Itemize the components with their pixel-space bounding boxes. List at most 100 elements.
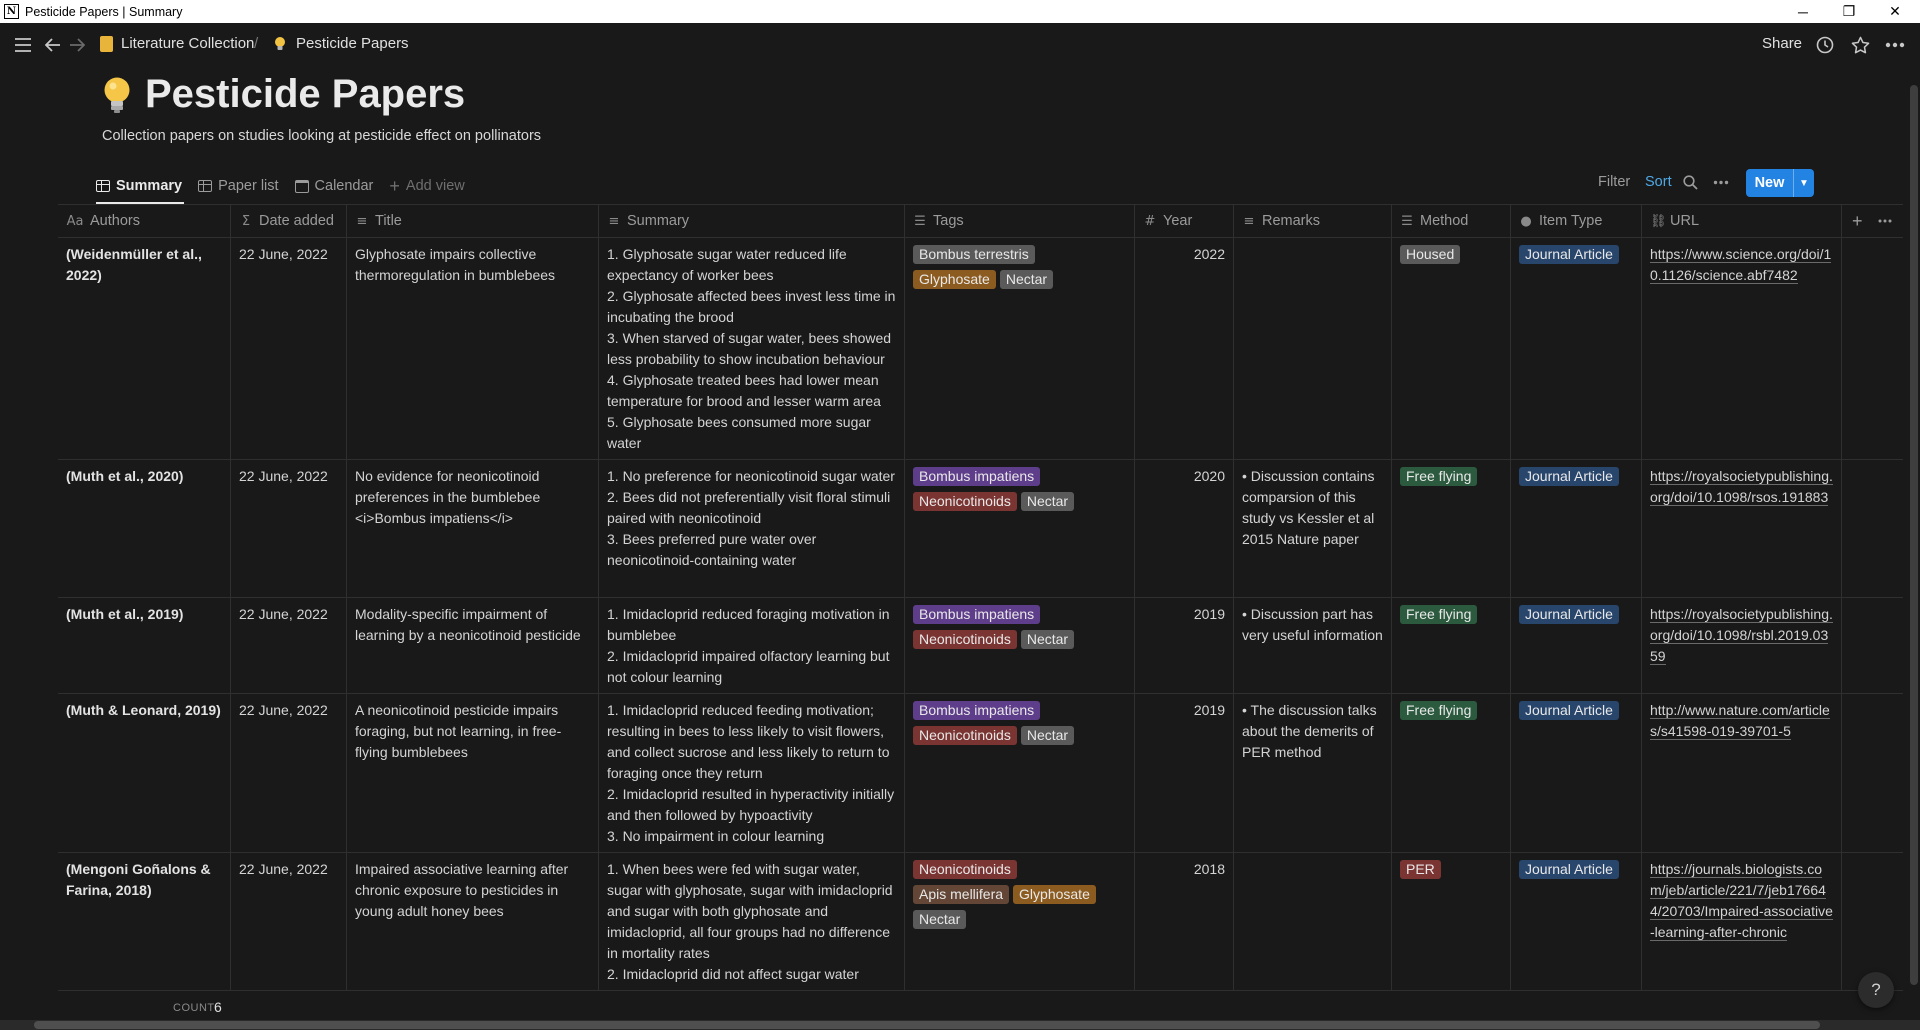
- filter-button[interactable]: Filter: [1598, 174, 1630, 190]
- cell-item-type[interactable]: Journal Article: [1511, 598, 1642, 693]
- cell-date-added[interactable]: 22 June, 2022: [231, 853, 347, 990]
- column-header-tags[interactable]: ☰ Tags: [905, 205, 1135, 237]
- table-row[interactable]: (Mengoni Goñalons & Farina, 2018) 22 Jun…: [58, 852, 1903, 990]
- page-description[interactable]: Collection papers on studies looking at …: [102, 128, 541, 144]
- tab-calendar[interactable]: Calendar: [294, 170, 373, 202]
- cell-item-type[interactable]: Journal Article: [1511, 460, 1642, 597]
- cell-title[interactable]: Impaired associative learning after chro…: [347, 853, 599, 990]
- cell-url[interactable]: https://journals.biologists.com/jeb/arti…: [1642, 853, 1842, 990]
- column-header-authors[interactable]: Aa Authors: [58, 205, 231, 237]
- cell-url[interactable]: http://www.nature.com/articles/s41598-01…: [1642, 694, 1842, 852]
- more-options-icon[interactable]: [1884, 34, 1906, 56]
- cell-date-added[interactable]: 22 June, 2022: [231, 694, 347, 852]
- tab-paper-list[interactable]: Paper list: [198, 170, 279, 202]
- cell-remarks[interactable]: [1234, 853, 1392, 990]
- column-header-title[interactable]: ≡ Title: [347, 205, 599, 237]
- cell-url[interactable]: https://www.science.org/doi/10.1126/scie…: [1642, 238, 1842, 459]
- sort-button[interactable]: Sort: [1645, 174, 1672, 190]
- cell-remarks[interactable]: • Discussion part has very useful inform…: [1234, 598, 1392, 693]
- cell-method[interactable]: PER: [1392, 853, 1511, 990]
- help-button[interactable]: ?: [1858, 972, 1894, 1008]
- back-arrow-icon[interactable]: [42, 34, 64, 56]
- cell-remarks[interactable]: • The discussion talks about the demerit…: [1234, 694, 1392, 852]
- chevron-down-icon[interactable]: ▼: [1794, 169, 1814, 197]
- horizontal-scrollbar[interactable]: [34, 1021, 1820, 1029]
- column-header-item-type[interactable]: ● Item Type: [1511, 205, 1642, 237]
- cell-item-type[interactable]: Journal Article: [1511, 853, 1642, 990]
- count-value[interactable]: 6: [214, 999, 222, 1015]
- cell-title[interactable]: No evidence for neonicotinoid preference…: [347, 460, 599, 597]
- cell-authors[interactable]: (Muth et al., 2020): [58, 460, 231, 597]
- column-header-year[interactable]: # Year: [1135, 205, 1234, 237]
- cell-remarks[interactable]: • Discussion contains comparsion of this…: [1234, 460, 1392, 597]
- column-header-method[interactable]: ☰ Method: [1392, 205, 1511, 237]
- favorite-star-icon[interactable]: [1849, 34, 1871, 56]
- cell-year[interactable]: 2019: [1135, 694, 1234, 852]
- cell-title[interactable]: Modality-specific impairment of learning…: [347, 598, 599, 693]
- tab-summary[interactable]: Summary: [96, 170, 185, 204]
- cell-item-type[interactable]: Journal Article: [1511, 694, 1642, 852]
- page-lightbulb-icon[interactable]: [100, 75, 134, 117]
- url-link[interactable]: https://royalsocietypublishing.org/doi/1…: [1650, 468, 1833, 506]
- table-row[interactable]: (Muth et al., 2019) 22 June, 2022 Modali…: [58, 597, 1903, 693]
- view-options-icon[interactable]: [1713, 180, 1729, 185]
- table-row[interactable]: (Muth et al., 2020) 22 June, 2022 No evi…: [58, 459, 1903, 597]
- column-header-date-added[interactable]: Σ Date added: [231, 205, 347, 237]
- cell-url[interactable]: https://royalsocietypublishing.org/doi/1…: [1642, 460, 1842, 597]
- cell-authors[interactable]: (Weidenmüller et al., 2022): [58, 238, 231, 459]
- cell-remarks[interactable]: [1234, 238, 1392, 459]
- cell-title[interactable]: A neonicotinoid pesticide impairs foragi…: [347, 694, 599, 852]
- cell-tags[interactable]: Neonicotinoids Apis mellifera Glyphosate …: [905, 853, 1135, 990]
- cell-date-added[interactable]: 22 June, 2022: [231, 460, 347, 597]
- cell-year[interactable]: 2018: [1135, 853, 1234, 990]
- cell-summary[interactable]: 1. No preference for neonicotinoid sugar…: [599, 460, 905, 597]
- new-button[interactable]: New ▼: [1746, 169, 1814, 197]
- forward-arrow-icon[interactable]: [66, 34, 88, 56]
- vertical-scrollbar[interactable]: [1910, 85, 1918, 985]
- cell-method[interactable]: Free flying: [1392, 598, 1511, 693]
- cell-authors[interactable]: (Muth et al., 2019): [58, 598, 231, 693]
- cell-summary[interactable]: 1. Imidacloprid reduced foraging motivat…: [599, 598, 905, 693]
- cell-tags[interactable]: Bombus impatiens Neonicotinoids Nectar: [905, 460, 1135, 597]
- cell-summary[interactable]: 1. Glyphosate sugar water reduced life e…: [599, 238, 905, 459]
- restore-icon[interactable]: ❐: [1826, 0, 1872, 23]
- column-options-icon[interactable]: [1874, 205, 1900, 237]
- cell-tags[interactable]: Bombus impatiens Neonicotinoids Nectar: [905, 598, 1135, 693]
- cell-method[interactable]: Free flying: [1392, 694, 1511, 852]
- cell-date-added[interactable]: 22 June, 2022: [231, 598, 347, 693]
- minimize-icon[interactable]: ─: [1780, 0, 1826, 23]
- new-button-label[interactable]: New: [1746, 169, 1794, 197]
- cell-tags[interactable]: Bombus terrestris Glyphosate Nectar: [905, 238, 1135, 459]
- sidebar-menu-icon[interactable]: [12, 34, 34, 56]
- cell-tags[interactable]: Bombus impatiens Neonicotinoids Nectar: [905, 694, 1135, 852]
- cell-summary[interactable]: 1. Imidacloprid reduced feeding motivati…: [599, 694, 905, 852]
- url-link[interactable]: https://www.science.org/doi/10.1126/scie…: [1650, 246, 1832, 284]
- search-icon[interactable]: [1683, 175, 1698, 190]
- column-header-summary[interactable]: ≡ Summary: [599, 205, 905, 237]
- cell-date-added[interactable]: 22 June, 2022: [231, 238, 347, 459]
- table-row[interactable]: (Muth & Leonard, 2019) 22 June, 2022 A n…: [58, 693, 1903, 852]
- cell-year[interactable]: 2020: [1135, 460, 1234, 597]
- add-column-plus-icon[interactable]: +: [1848, 205, 1872, 237]
- url-link[interactable]: https://journals.biologists.com/jeb/arti…: [1650, 861, 1833, 941]
- breadcrumb-parent[interactable]: Literature Collection: [100, 35, 254, 52]
- column-header-remarks[interactable]: ≡ Remarks: [1234, 205, 1392, 237]
- cell-title[interactable]: Glyphosate impairs collective thermoregu…: [347, 238, 599, 459]
- url-link[interactable]: https://royalsocietypublishing.org/doi/1…: [1650, 606, 1833, 665]
- cell-year[interactable]: 2022: [1135, 238, 1234, 459]
- cell-authors[interactable]: (Mengoni Goñalons & Farina, 2018): [58, 853, 231, 990]
- close-icon[interactable]: ✕: [1872, 0, 1918, 23]
- count-label[interactable]: COUNT: [173, 1002, 215, 1014]
- cell-item-type[interactable]: Journal Article: [1511, 238, 1642, 459]
- url-link[interactable]: http://www.nature.com/articles/s41598-01…: [1650, 702, 1830, 740]
- cell-url[interactable]: https://royalsocietypublishing.org/doi/1…: [1642, 598, 1842, 693]
- column-header-url[interactable]: ⛓ URL: [1642, 205, 1842, 237]
- cell-summary[interactable]: 1. When bees were fed with sugar water, …: [599, 853, 905, 990]
- breadcrumb-current[interactable]: Pesticide Papers: [272, 35, 409, 52]
- share-button[interactable]: Share: [1762, 35, 1802, 52]
- add-view-button[interactable]: + Add view: [389, 170, 464, 202]
- history-clock-icon[interactable]: [1814, 34, 1836, 56]
- table-row[interactable]: (Weidenmüller et al., 2022) 22 June, 202…: [58, 237, 1903, 459]
- page-title[interactable]: Pesticide Papers: [145, 72, 465, 117]
- cell-method[interactable]: Free flying: [1392, 460, 1511, 597]
